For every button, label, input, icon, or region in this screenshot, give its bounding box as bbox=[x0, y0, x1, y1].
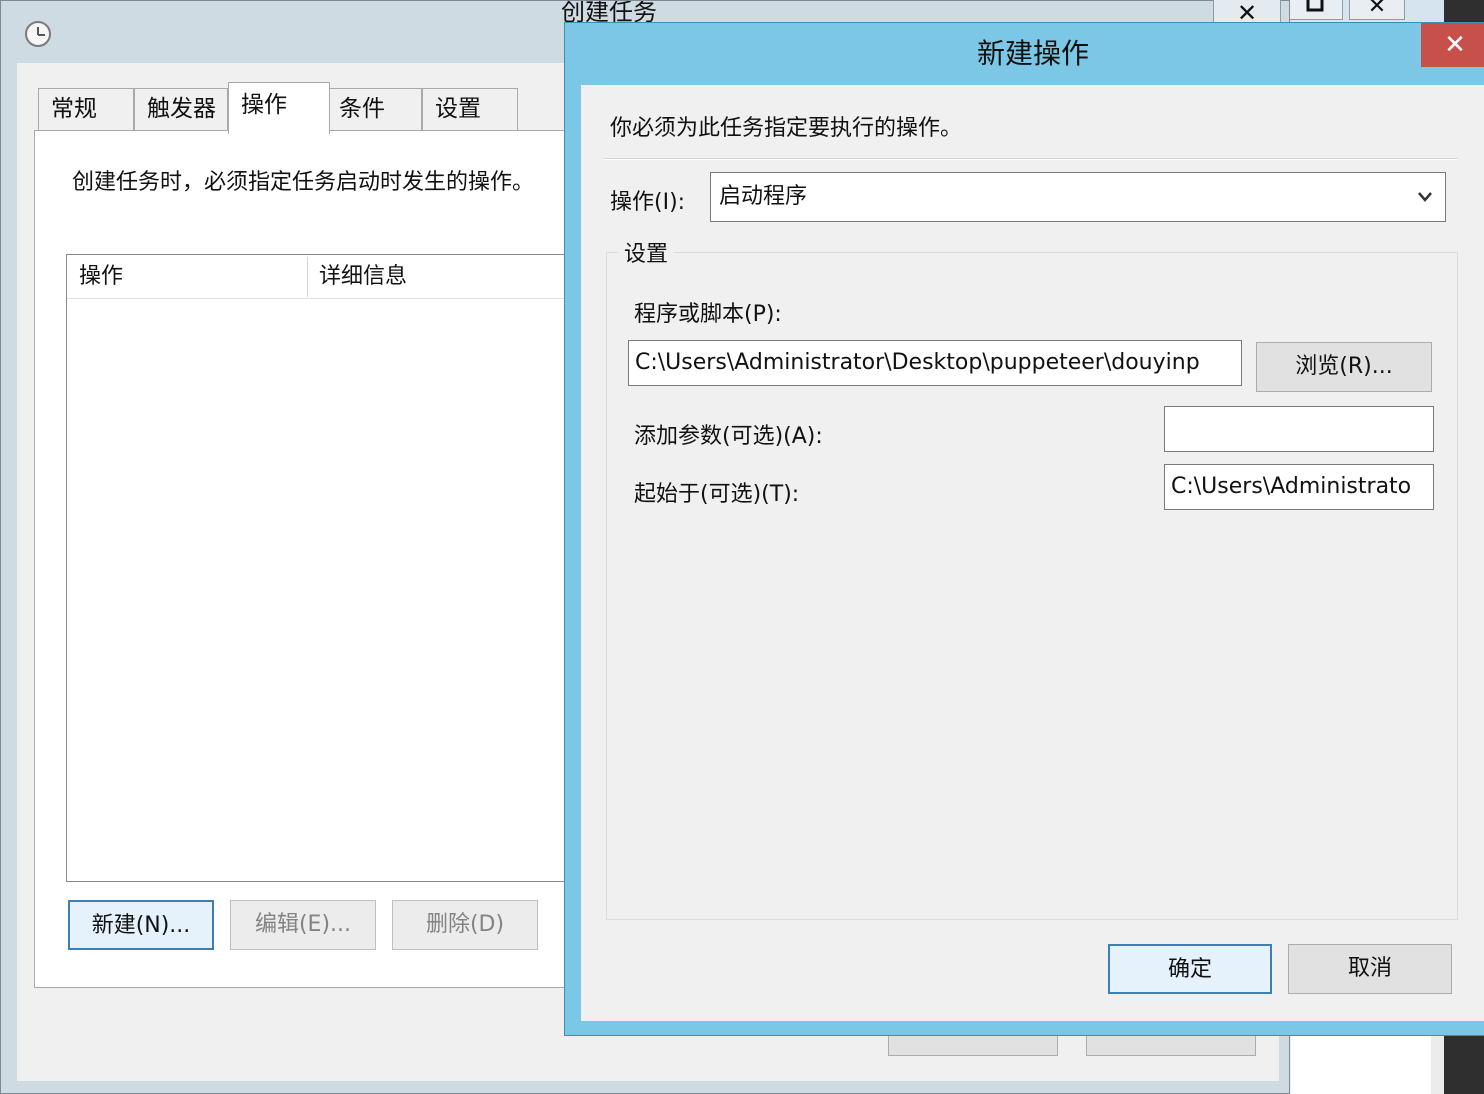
delete-action-button[interactable]: 删除(D) bbox=[392, 900, 538, 950]
tab-settings[interactable]: 设置 bbox=[422, 88, 518, 132]
browse-button[interactable]: 浏览(R)... bbox=[1256, 342, 1432, 392]
tab-conditions[interactable]: 条件 bbox=[326, 88, 422, 132]
action-type-value: 启动程序 bbox=[719, 184, 808, 209]
task-scheduler-clock-icon bbox=[25, 21, 51, 47]
column-header-action[interactable]: 操作 bbox=[67, 255, 307, 299]
instruction-separator bbox=[604, 158, 1458, 160]
tab-general[interactable]: 常规 bbox=[38, 88, 134, 132]
create-task-title: 创建任务 bbox=[561, 1, 657, 23]
tab-actions[interactable]: 操作 bbox=[228, 82, 330, 134]
tab-triggers[interactable]: 触发器 bbox=[134, 88, 228, 132]
actions-list[interactable]: 操作 详细信息 bbox=[66, 254, 586, 882]
new-action-button[interactable]: 新建(N)... bbox=[68, 900, 214, 950]
actions-list-header: 操作 详细信息 bbox=[67, 255, 585, 299]
action-type-label: 操作(I): bbox=[610, 190, 686, 215]
start-in-label: 起始于(可选)(T): bbox=[634, 482, 800, 507]
program-script-label: 程序或脚本(P): bbox=[634, 302, 782, 327]
arguments-label: 添加参数(可选)(A): bbox=[634, 424, 823, 449]
chevron-down-icon[interactable] bbox=[1415, 173, 1435, 221]
settings-group-legend: 设置 bbox=[618, 236, 675, 268]
new-action-instruction: 你必须为此任务指定要执行的操作。 bbox=[610, 116, 963, 141]
maximize-button[interactable] bbox=[1287, 0, 1343, 20]
background-close-button[interactable]: ✕ bbox=[1349, 0, 1405, 20]
arguments-input[interactable] bbox=[1164, 406, 1434, 452]
edit-action-button[interactable]: 编辑(E)... bbox=[230, 900, 376, 950]
new-action-title: 新建操作 bbox=[976, 37, 1089, 70]
cancel-button[interactable]: 取消 bbox=[1288, 944, 1452, 994]
column-header-details[interactable]: 详细信息 bbox=[307, 255, 587, 299]
maximize-icon bbox=[1306, 0, 1324, 12]
actions-description: 创建任务时，必须指定任务启动时发生的操作。 bbox=[72, 170, 535, 195]
action-type-select[interactable]: 启动程序 bbox=[710, 172, 1446, 222]
new-action-close-button[interactable]: ✕ bbox=[1421, 23, 1484, 67]
start-in-input[interactable]: C:\Users\Administrato bbox=[1164, 464, 1434, 510]
ok-button[interactable]: 确定 bbox=[1108, 944, 1272, 994]
program-script-input[interactable]: C:\Users\Administrator\Desktop\puppeteer… bbox=[628, 340, 1242, 386]
new-action-titlebar[interactable]: 新建操作 ✕ bbox=[565, 23, 1484, 85]
